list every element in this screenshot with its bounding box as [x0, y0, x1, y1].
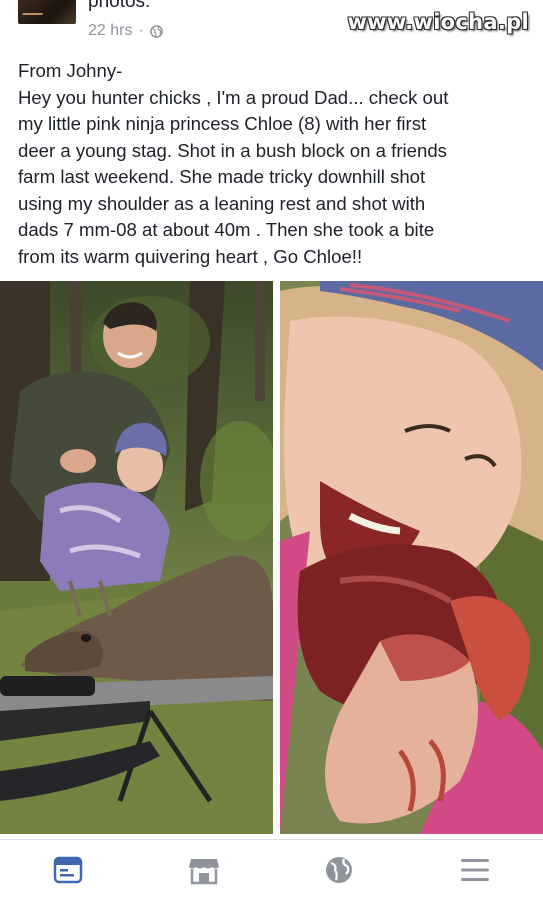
post-line: farm last weekend. She made tricky downh… [18, 166, 426, 187]
globe-icon [149, 24, 163, 38]
post-title-fragment: photos. [88, 0, 151, 12]
avatar[interactable] [18, 0, 76, 24]
post-meta: 22 hrs · [88, 22, 163, 40]
meta-separator: · [138, 22, 144, 39]
post-line: Hey you hunter chicks , I'm a proud Dad.… [18, 86, 449, 108]
post-line: my little pink ninja princess Chloe (8) … [18, 113, 427, 134]
watermark: www.wiocha.pl [347, 10, 529, 34]
tab-notifications-globe[interactable] [309, 840, 369, 900]
post-line: from its warm quivering heart , Go Chloe… [18, 245, 363, 267]
timestamp[interactable]: 22 hrs [88, 22, 132, 40]
menu-icon [461, 859, 490, 881]
marketplace-icon [188, 859, 219, 885]
globe-icon [326, 857, 353, 883]
news-feed-icon [53, 856, 83, 884]
photo-hunter-with-deer[interactable] [0, 281, 273, 834]
bottom-tab-bar [0, 840, 543, 900]
tab-marketplace[interactable] [174, 840, 234, 900]
post-line: deer a young stag. Shot in a bush block … [18, 139, 447, 161]
post-text: From Johny- Hey you hunter chicks , I'm … [18, 58, 528, 270]
post-line: using my shoulder as a leaning rest and … [18, 192, 426, 214]
post-line: From Johny- [18, 60, 123, 81]
post-header: photos. 22 hrs · www.wiocha.pl [0, 0, 543, 50]
tab-menu[interactable] [445, 840, 505, 900]
tab-news-feed[interactable] [38, 840, 98, 900]
photo-grid [0, 281, 543, 834]
post-line: dads 7 mm-08 at about 40m . Then she too… [18, 219, 435, 240]
photo-girl-eating-heart[interactable] [280, 281, 543, 834]
